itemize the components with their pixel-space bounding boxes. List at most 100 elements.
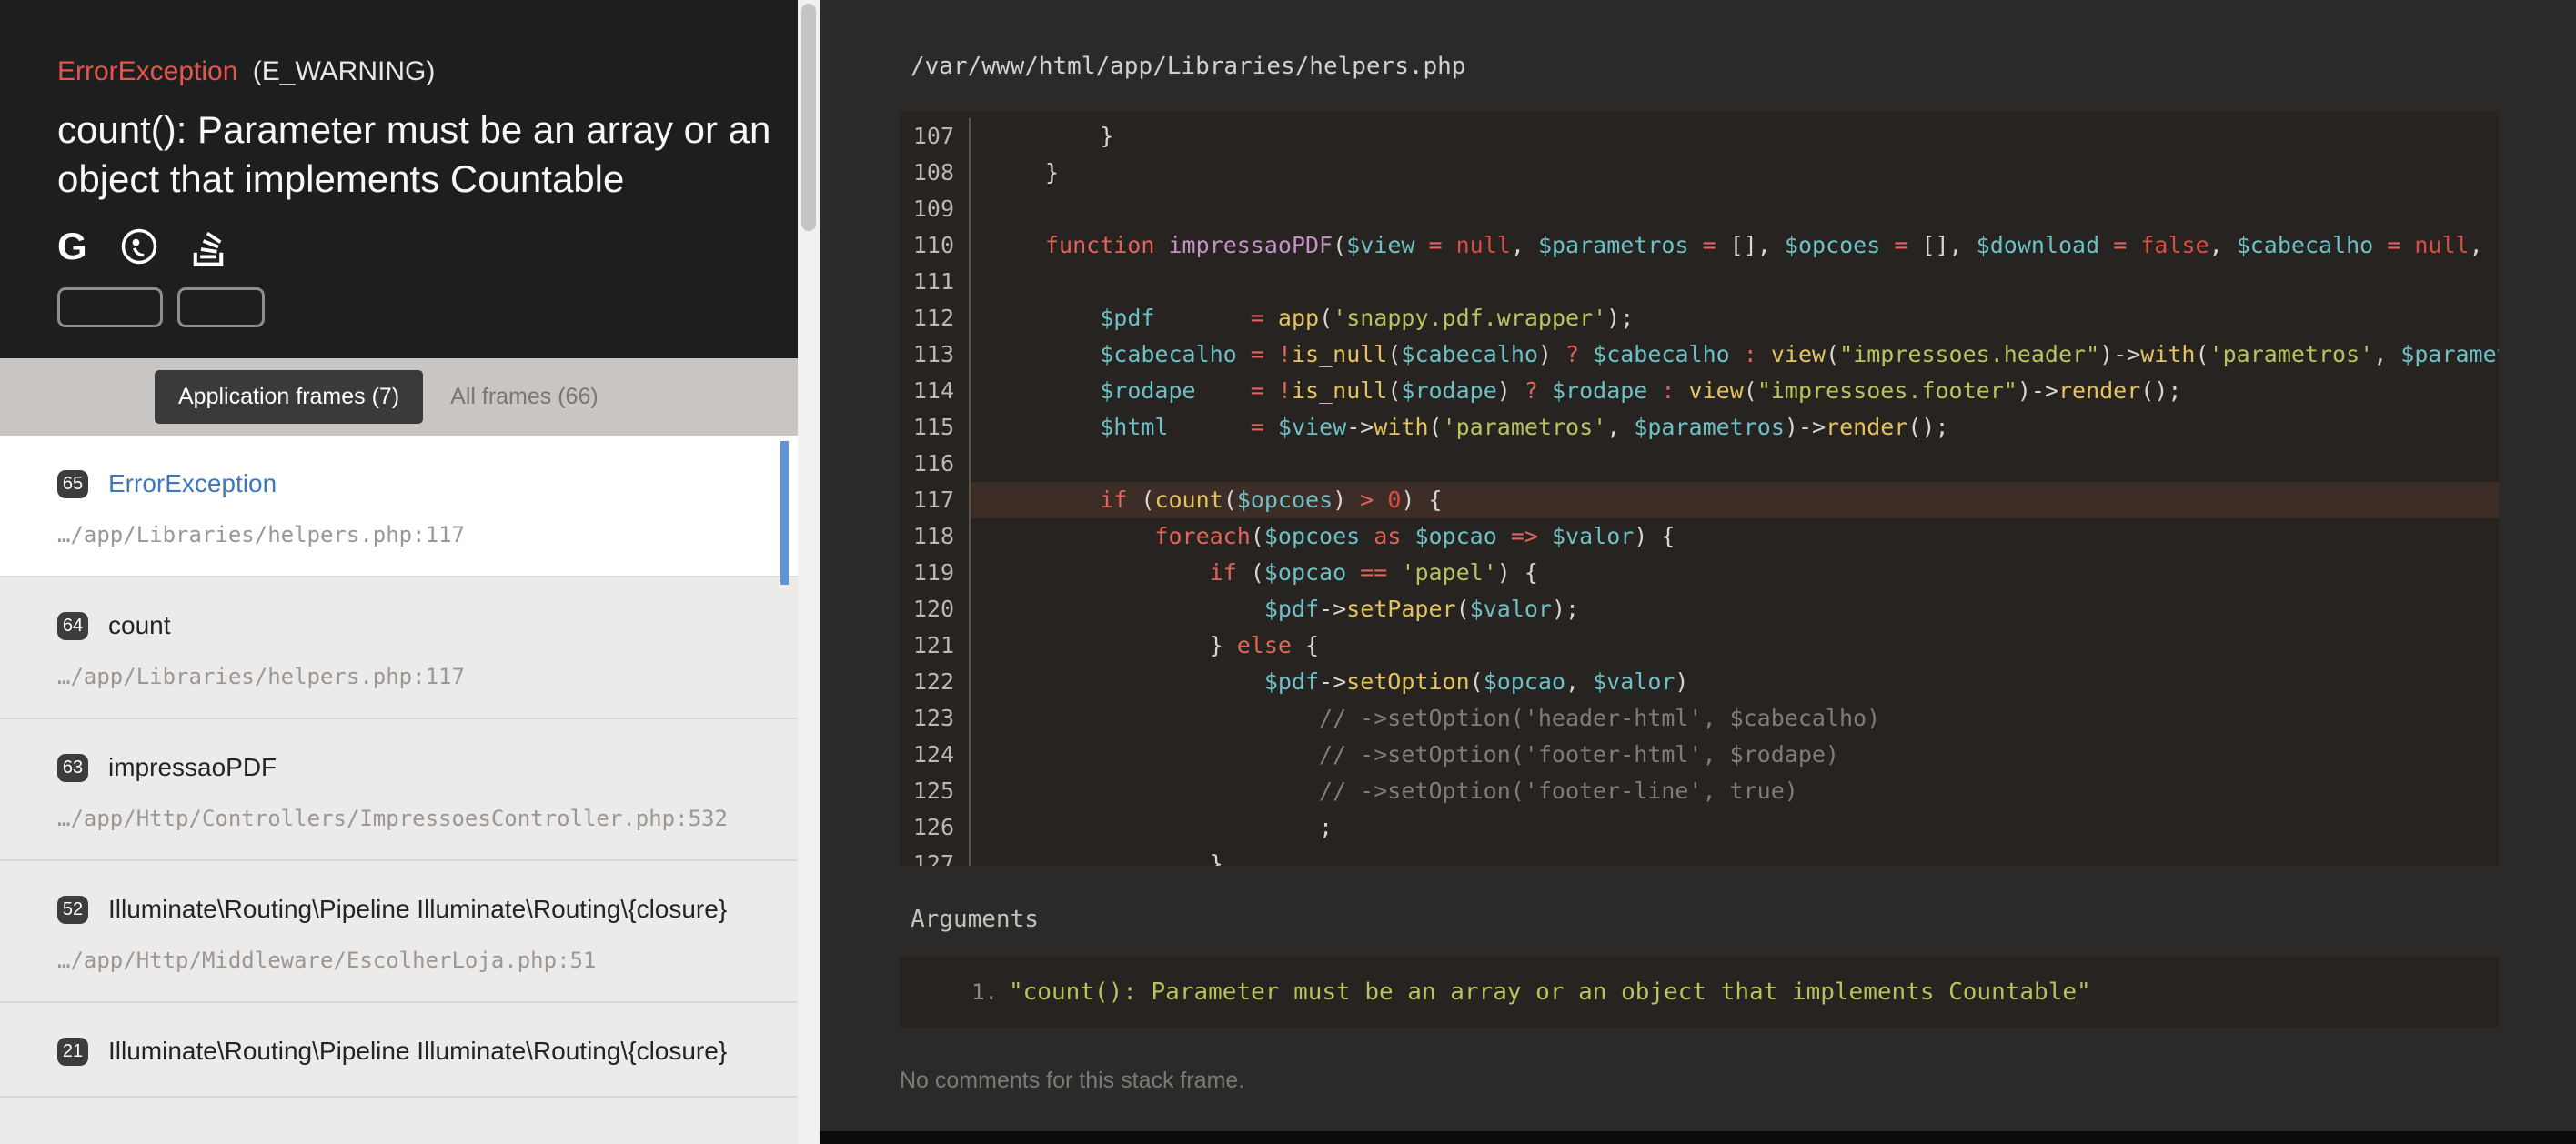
code-line: 109 bbox=[900, 191, 2499, 227]
code-line: 115 $html = $view->with('parametros', $p… bbox=[900, 409, 2499, 446]
stack-frame[interactable]: 65ErrorException…/app/Libraries/helpers.… bbox=[0, 436, 798, 577]
code-line: 122 $pdf->setOption($opcao, $valor) bbox=[900, 664, 2499, 700]
code-text: $pdf = app('snappy.pdf.wrapper'); bbox=[971, 300, 2499, 336]
line-number: 112 bbox=[900, 300, 971, 336]
tab-application-frames[interactable]: Application frames (7) bbox=[155, 370, 423, 424]
frame-name: count bbox=[108, 608, 171, 643]
code-line: 124 // ->setOption('footer-html', $rodap… bbox=[900, 737, 2499, 773]
frame-number-badge: 63 bbox=[57, 754, 88, 782]
code-text bbox=[971, 191, 2499, 227]
line-number: 126 bbox=[900, 809, 971, 846]
line-number: 120 bbox=[900, 591, 971, 627]
code-lines: 107 }108}109110function impressaoPDF($vi… bbox=[900, 118, 2499, 866]
frame-path: …/app/Http/Controllers/ImpressoesControl… bbox=[57, 805, 761, 832]
code-text: } else { bbox=[971, 627, 2499, 664]
header-action-button[interactable] bbox=[177, 287, 265, 327]
stack-frame[interactable]: 64 count …/app/Libraries/helpers.php:117 bbox=[0, 577, 798, 719]
code-text: if (count($opcoes) > 0) { bbox=[971, 482, 2499, 518]
line-number: 127 bbox=[900, 846, 971, 866]
line-number: 119 bbox=[900, 555, 971, 591]
frame-number-badge: 52 bbox=[57, 896, 88, 924]
code-line: 118 foreach($opcoes as $opcao => $valor)… bbox=[900, 518, 2499, 555]
page-scrollbar[interactable] bbox=[798, 0, 820, 1144]
frame-head: 21 Illuminate\Routing\Pipeline Illuminate… bbox=[57, 1034, 761, 1069]
header-actions-row bbox=[57, 287, 765, 327]
line-number: 125 bbox=[900, 773, 971, 809]
frame-head: 65 ErrorException bbox=[57, 467, 761, 501]
left-panel: ErrorException (E_WARNING) count(): Para… bbox=[0, 0, 798, 1144]
frame-name: impressaoPDF bbox=[108, 750, 277, 785]
tab-all-frames[interactable]: All frames (66) bbox=[450, 384, 599, 410]
code-text: } bbox=[971, 118, 2499, 155]
frames-list: 65 ErrorException …/app/Libraries/helpers.… bbox=[0, 436, 798, 1144]
argument-index: 1. bbox=[900, 973, 1009, 1011]
code-text: if ($opcao == 'papel') { bbox=[971, 555, 2499, 591]
code-line: 123 // ->setOption('header-html', $cabec… bbox=[900, 700, 2499, 737]
frame-name: Illuminate\Routing\Pipeline Illuminate\R… bbox=[108, 892, 727, 927]
frames-scrollbar-thumb[interactable] bbox=[780, 441, 789, 585]
code-line: 121 } else { bbox=[900, 627, 2499, 664]
line-number: 107 bbox=[900, 118, 971, 155]
line-number: 109 bbox=[900, 191, 971, 227]
code-text bbox=[971, 264, 2499, 300]
code-text: $html = $view->with('parametros', $param… bbox=[971, 409, 2499, 446]
code-line: 110function impressaoPDF($view = null, $… bbox=[900, 227, 2499, 264]
code-line: 120 $pdf->setPaper($valor); bbox=[900, 591, 2499, 627]
line-number: 116 bbox=[900, 446, 971, 482]
exception-class-line: ErrorException (E_WARNING) bbox=[57, 56, 765, 87]
line-number: 117 bbox=[900, 482, 971, 518]
code-text: function impressaoPDF($view = null, $par… bbox=[971, 227, 2499, 264]
code-text bbox=[971, 446, 2499, 482]
code-line: 112 $pdf = app('snappy.pdf.wrapper'); bbox=[900, 300, 2499, 336]
frame-head: 63 impressaoPDF bbox=[57, 750, 761, 785]
stack-frame[interactable]: 52 Illuminate\Routing\Pipeline Illuminate… bbox=[0, 861, 798, 1003]
frame-details-panel: /var/www/html/app/Libraries/helpers.php … bbox=[820, 0, 2576, 1144]
arguments-title: Arguments bbox=[911, 906, 2576, 933]
frame-name: Illuminate\Routing\Pipeline Illuminate\R… bbox=[108, 1034, 727, 1069]
header-action-button[interactable] bbox=[57, 287, 163, 327]
code-container[interactable]: 107 }108}109110function impressaoPDF($vi… bbox=[900, 111, 2499, 866]
code-text: $pdf->setPaper($valor); bbox=[971, 591, 2499, 627]
stack-frame[interactable]: 63 impressaoPDF …/app/Http/Controllers/Imp… bbox=[0, 719, 798, 861]
code-line: 111 bbox=[900, 264, 2499, 300]
exception-header: ErrorException (E_WARNING) count(): Para… bbox=[0, 0, 798, 358]
code-line: 113 $cabecalho = !is_null($cabecalho) ? … bbox=[900, 336, 2499, 373]
bottom-bar bbox=[820, 1131, 2576, 1144]
app-root: ErrorException (E_WARNING) count(): Para… bbox=[0, 0, 2576, 1144]
code-text: $cabecalho = !is_null($cabecalho) ? $cab… bbox=[971, 336, 2499, 373]
stack-frame[interactable]: 21 Illuminate\Routing\Pipeline Illuminate… bbox=[0, 1003, 798, 1098]
duckduckgo-search-icon[interactable] bbox=[120, 227, 158, 266]
google-search-icon[interactable]: G bbox=[57, 226, 87, 266]
code-text: $rodape = !is_null($rodape) ? $rodape : … bbox=[971, 373, 2499, 409]
page-scrollbar-thumb[interactable] bbox=[801, 4, 816, 231]
line-number: 110 bbox=[900, 227, 971, 264]
code-line: 107 } bbox=[900, 118, 2499, 155]
frames-tab-bar: Application frames (7) All frames (66) bbox=[0, 358, 798, 436]
code-text: ; bbox=[971, 809, 2499, 846]
line-number: 108 bbox=[900, 155, 971, 191]
argument-value: "count(): Parameter must be an array or … bbox=[1009, 973, 2091, 1011]
code-text: } bbox=[971, 846, 2499, 866]
code-line: 108} bbox=[900, 155, 2499, 191]
line-number: 123 bbox=[900, 700, 971, 737]
code-line: 114 $rodape = !is_null($rodape) ? $rodap… bbox=[900, 373, 2499, 409]
code-line: 119 if ($opcao == 'papel') { bbox=[900, 555, 2499, 591]
frame-number-badge: 65 bbox=[57, 470, 88, 498]
frame-head: 64 count bbox=[57, 608, 761, 643]
frame-path: …/app/Http/Middleware/EscolherLoja.php:5… bbox=[57, 947, 761, 974]
argument-item: 1."count(): Parameter must be an array o… bbox=[900, 973, 2499, 1011]
exception-message: count(): Parameter must be an array or a… bbox=[57, 105, 778, 204]
frame-head: 52 Illuminate\Routing\Pipeline Illuminate… bbox=[57, 892, 761, 927]
frame-number-badge: 21 bbox=[57, 1038, 88, 1066]
code-text: } bbox=[971, 155, 2499, 191]
comments-placeholder: No comments for this stack frame. bbox=[900, 1068, 2576, 1094]
frame-name: ErrorException bbox=[108, 467, 277, 501]
code-line: 127 } bbox=[900, 846, 2499, 866]
whoops-error-page: { "colors": { "error_red": "#e4564c", "a… bbox=[0, 0, 2576, 1144]
frame-number-badge: 64 bbox=[57, 612, 88, 640]
code-text: // ->setOption('footer-line', true) bbox=[971, 773, 2499, 809]
stackoverflow-search-icon[interactable] bbox=[191, 226, 226, 266]
frame-path: …/app/Libraries/helpers.php:117 bbox=[57, 663, 761, 690]
code-line: 125 // ->setOption('footer-line', true) bbox=[900, 773, 2499, 809]
code-text: // ->setOption('header-html', $cabecalho… bbox=[971, 700, 2499, 737]
